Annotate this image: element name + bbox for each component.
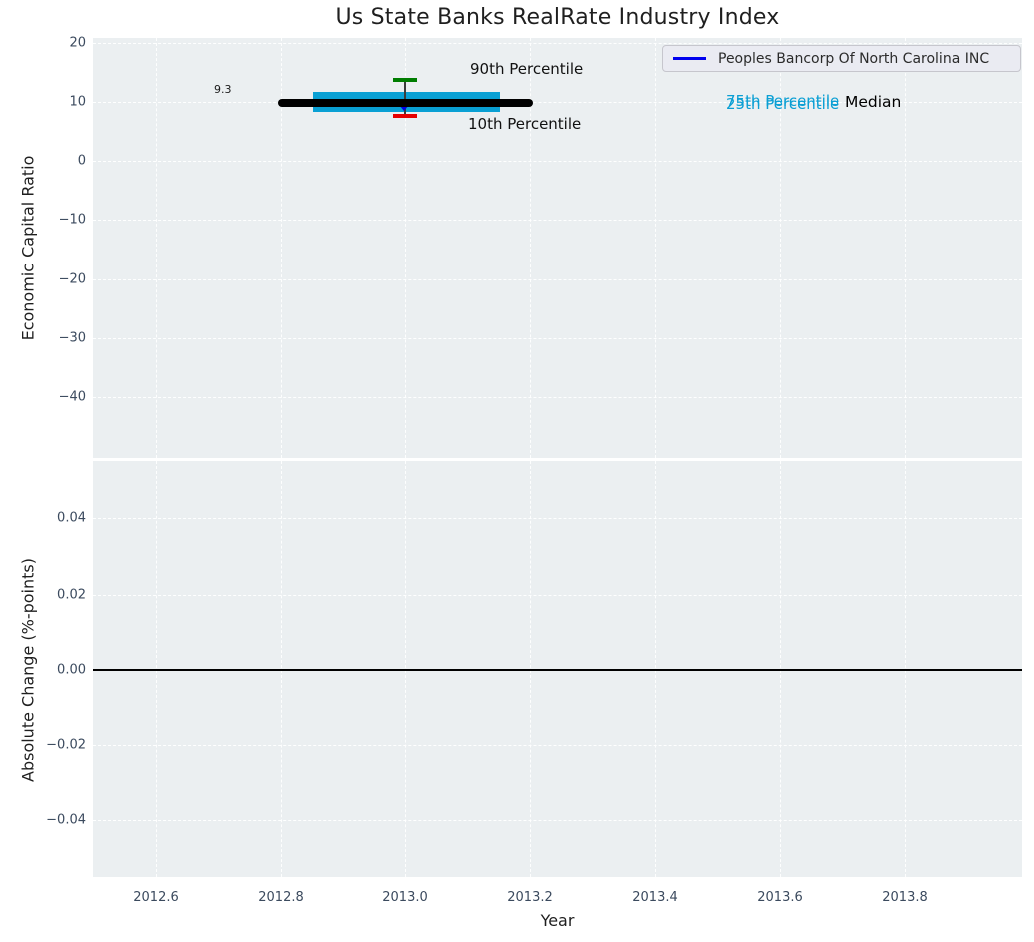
xtick-label: 2013.6 — [735, 890, 825, 905]
gridline — [93, 279, 1022, 280]
xtick-label: 2013.0 — [360, 890, 450, 905]
chart-figure: Us State Banks RealRate Industry Index 9… — [0, 0, 1034, 942]
p10-label: 10th Percentile — [468, 115, 581, 133]
legend-line-sample — [673, 57, 706, 60]
xtick-label: 2013.4 — [610, 890, 700, 905]
gridline — [156, 38, 157, 458]
ytick-label: 0 — [0, 154, 86, 169]
percentile-90-tick — [393, 78, 417, 82]
percentile-10-tick — [393, 114, 417, 118]
ytick-label: −20 — [0, 272, 86, 287]
p25-label: 25th Percentile — [726, 95, 839, 113]
gridline — [655, 38, 656, 458]
gridline — [93, 161, 1022, 162]
ytick-label: −0.02 — [0, 738, 86, 753]
median-line — [278, 99, 533, 107]
gridline — [93, 518, 1022, 519]
zero-reference-line — [93, 669, 1022, 671]
ytick-label: 20 — [0, 36, 86, 51]
xtick-label: 2013.2 — [485, 890, 575, 905]
top-y-axis-label: Economic Capital Ratio — [19, 156, 38, 341]
gridline — [93, 338, 1022, 339]
ytick-label: −10 — [0, 213, 86, 228]
gridline — [93, 397, 1022, 398]
ytick-label: −30 — [0, 331, 86, 346]
gridline — [93, 220, 1022, 221]
ytick-label: 10 — [0, 95, 86, 110]
gridline — [93, 43, 1022, 44]
x-axis-label: Year — [93, 911, 1022, 930]
bottom-y-axis-label: Absolute Change (%-points) — [19, 558, 38, 782]
median-value-annotation: 9.3 — [214, 83, 232, 96]
ytick-label: 0.00 — [0, 663, 86, 678]
p90-label: 90th Percentile — [470, 60, 583, 78]
legend-series-label: Peoples Bancorp Of North Carolina INC — [718, 51, 989, 67]
gridline — [905, 38, 906, 458]
ytick-label: −40 — [0, 390, 86, 405]
chart-title: Us State Banks RealRate Industry Index — [93, 5, 1022, 30]
gridline — [93, 820, 1022, 821]
ytick-label: 0.02 — [0, 588, 86, 603]
legend: Peoples Bancorp Of North Carolina INC — [662, 45, 1021, 72]
ytick-label: −0.04 — [0, 813, 86, 828]
bottom-plot-area — [93, 461, 1022, 877]
gridline — [93, 595, 1022, 596]
xtick-label: 2012.6 — [111, 890, 201, 905]
ytick-label: 0.04 — [0, 511, 86, 526]
xtick-label: 2013.8 — [860, 890, 950, 905]
median-label: Median — [845, 93, 901, 111]
gridline — [93, 745, 1022, 746]
top-plot-area: 9.3 90th Percentile 10th Percentile 75th… — [93, 38, 1022, 458]
xtick-label: 2012.8 — [236, 890, 326, 905]
